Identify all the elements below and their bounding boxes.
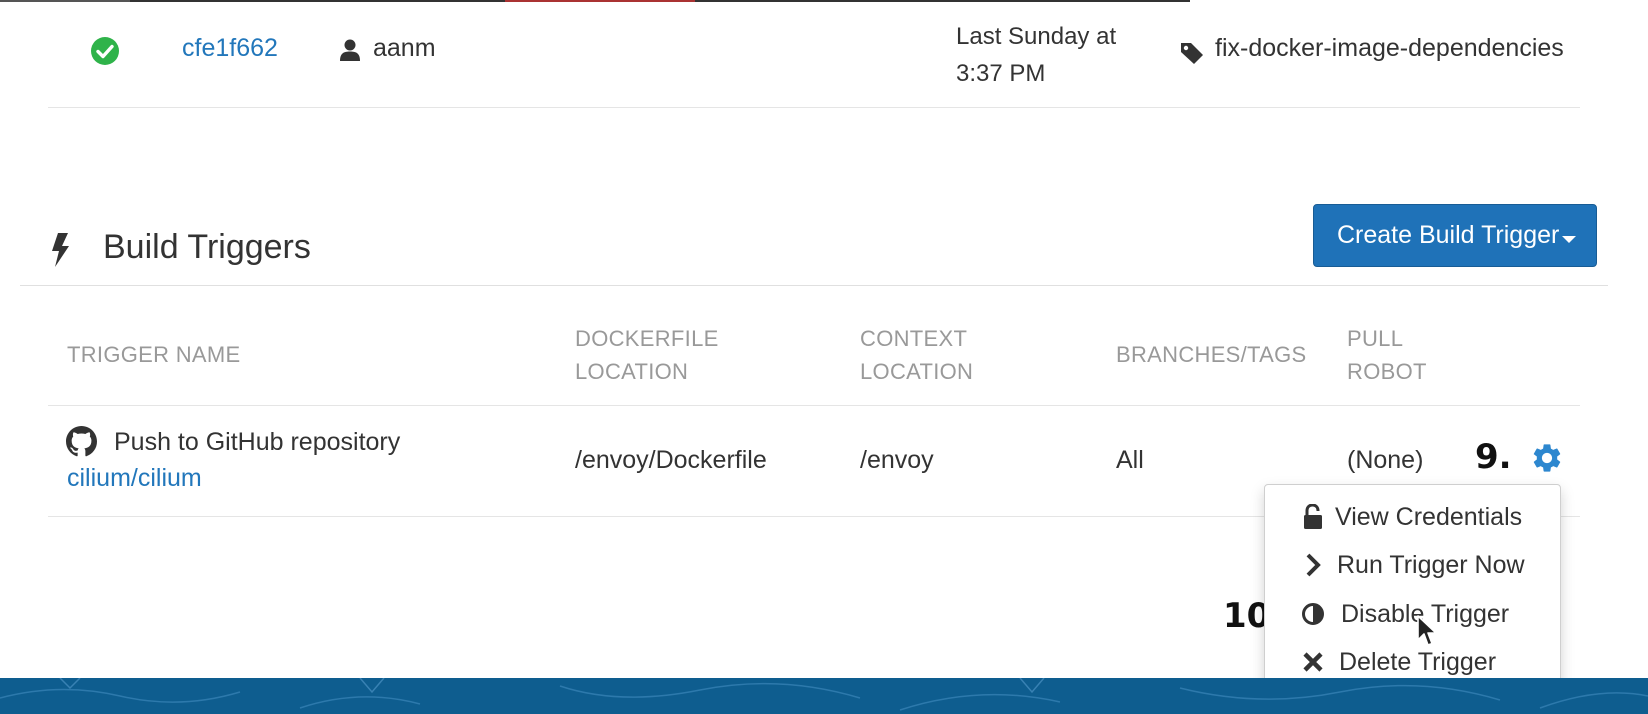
build-user: aanm: [373, 34, 436, 62]
create-build-trigger-button[interactable]: Create Build Trigger: [1313, 204, 1597, 267]
header-dockerfile-location[interactable]: DOCKERFILE LOCATION: [575, 322, 775, 388]
header-robot-line2: ROBOT: [1347, 359, 1427, 384]
branches-tags: All: [1116, 446, 1144, 474]
repository-link[interactable]: cilium/cilium: [67, 464, 202, 493]
gear-icon[interactable]: [1530, 441, 1564, 475]
build-date-line1: Last Sunday at: [956, 23, 1117, 50]
menu-item-disable-trigger[interactable]: Disable Trigger: [1265, 592, 1562, 638]
menu-label-view-credentials: View Credentials: [1335, 503, 1523, 531]
header-dockerfile-line2: LOCATION: [575, 359, 689, 384]
header-context-line1: CONTEXT: [860, 326, 968, 351]
build-id-link[interactable]: cfe1f662: [182, 34, 278, 63]
unlock-icon: [1304, 504, 1322, 529]
mouse-cursor-icon: [1417, 615, 1437, 646]
footer-pattern: [0, 678, 1648, 711]
top-border-strip: [0, 0, 1190, 2]
header-dockerfile-line1: DOCKERFILE: [575, 326, 719, 351]
build-date-line2: 3:37 PM: [956, 60, 1046, 87]
github-icon: [66, 426, 97, 457]
tag-icon: [1181, 43, 1203, 64]
section-title: Build Triggers: [103, 228, 311, 266]
trigger-options-menu: View Credentials Run Trigger Now Disable…: [1264, 484, 1561, 697]
build-date: Last Sunday at 3:37 PM: [956, 18, 1156, 92]
user-icon: [340, 39, 360, 61]
menu-label-delete-trigger: Delete Trigger: [1339, 648, 1497, 676]
menu-label-run-trigger-now: Run Trigger Now: [1337, 551, 1525, 579]
caret-down-icon: [1562, 236, 1576, 243]
success-check-icon: [91, 37, 119, 65]
bolt-icon: [52, 233, 69, 267]
menu-item-run-trigger-now[interactable]: Run Trigger Now: [1265, 543, 1562, 589]
build-triggers-header: Build Triggers Create Build Trigger: [20, 200, 1608, 286]
footer-banner: [0, 678, 1648, 714]
dockerfile-location: /envoy/Dockerfile: [575, 446, 767, 474]
create-build-trigger-label: Create Build Trigger: [1337, 221, 1560, 249]
header-robot-line1: PULL: [1347, 326, 1404, 351]
adjust-icon: [1302, 603, 1324, 625]
close-icon: [1303, 652, 1323, 672]
menu-item-view-credentials[interactable]: View Credentials: [1265, 495, 1562, 541]
header-context-line2: LOCATION: [860, 359, 974, 384]
header-pull-robot[interactable]: PULL ROBOT: [1347, 322, 1447, 388]
header-context-location[interactable]: CONTEXT LOCATION: [860, 322, 1010, 388]
context-location: /envoy: [860, 446, 934, 474]
build-tag: fix-docker-image-dependencies: [1215, 34, 1564, 62]
header-trigger-name[interactable]: TRIGGER NAME: [67, 338, 241, 371]
trigger-description: Push to GitHub repository: [114, 428, 401, 456]
table-header: TRIGGER NAME DOCKERFILE LOCATION CONTEXT…: [48, 310, 1580, 406]
pull-robot: (None): [1347, 446, 1424, 474]
header-branches-tags[interactable]: BRANCHES/TAGS: [1116, 338, 1307, 371]
build-row: cfe1f662 aanm Last Sunday at 3:37 PM fix…: [48, 4, 1580, 108]
chevron-right-icon: [1306, 553, 1321, 577]
step-annotation-9: 9.: [1475, 437, 1512, 477]
